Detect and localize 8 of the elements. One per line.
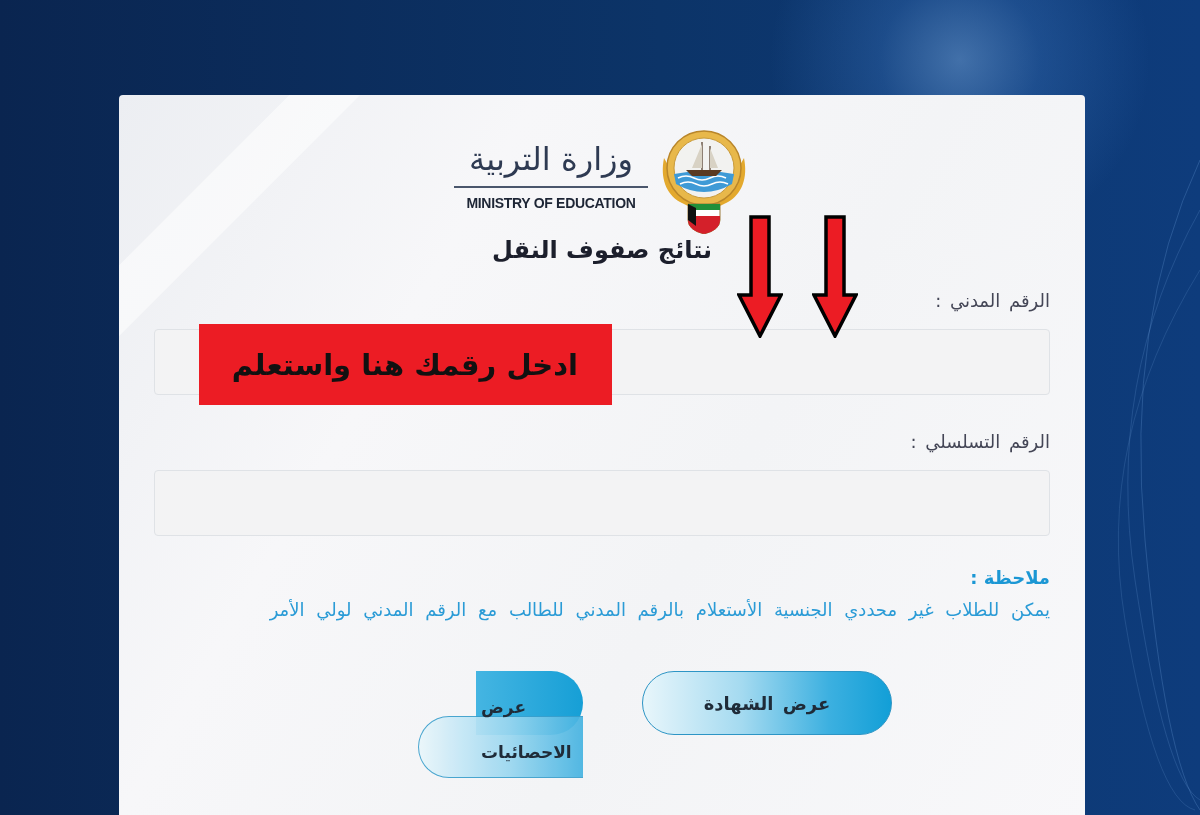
note-text: يمكن للطلاب غير محددي الجنسية الأستعلام بالرقم المدني للطالب مع الرقم المدني لولي الأمر [269, 598, 1050, 622]
instruction-tooltip: ادخل رقمك هنا واستعلم [199, 324, 612, 405]
note-heading: ملاحظة : [970, 566, 1050, 590]
field-label: الرقم التسلسلي : [910, 431, 1050, 453]
ministry-name-english: MINISTRY OF EDUCATION [466, 195, 636, 211]
page-title: نتائج صفوف النقل [492, 235, 712, 266]
ministry-name: وزارة التربية [468, 139, 634, 180]
field-label: الرقم المدني : [935, 290, 1050, 312]
